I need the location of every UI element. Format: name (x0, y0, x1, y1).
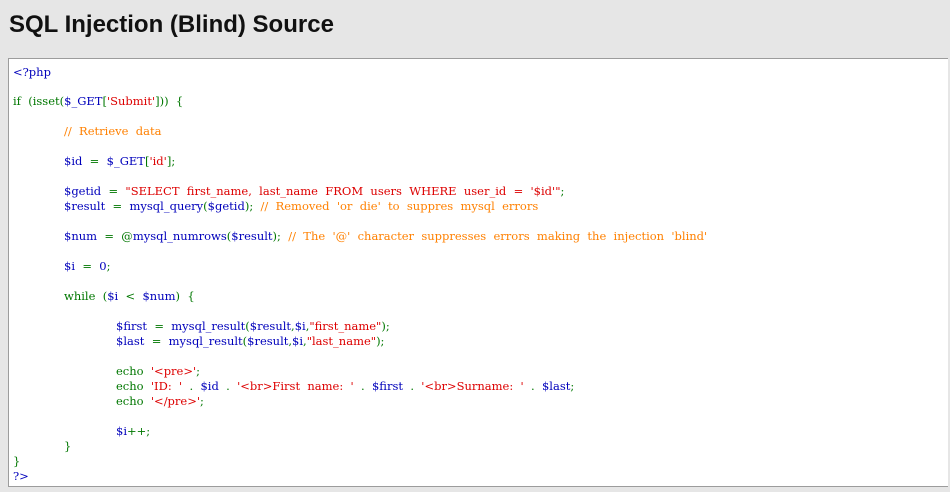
code-token: echo (116, 394, 151, 408)
code-line: $last = mysql_result($result,$i,"last_na… (116, 334, 384, 348)
code-token: '</pre>' (150, 394, 201, 408)
code-token: = (108, 184, 126, 198)
code-line: $i = 0; (64, 259, 110, 273)
code-token: // Removed 'or die' to suppres mysql err… (260, 199, 539, 213)
code-token: // The '@' character suppresses errors m… (288, 229, 708, 243)
code-line: ?> (13, 469, 29, 483)
code-token: $id (64, 154, 90, 168)
code-token: mysql_query (129, 199, 204, 213)
code-token: . (410, 379, 422, 393)
code-token: = (89, 154, 107, 168)
code-token: . (189, 379, 201, 393)
code-token: $i (294, 319, 306, 333)
code-line: <?php (13, 65, 51, 79)
code-token: ); (272, 229, 289, 243)
code-token: 'ID: ' (150, 379, 190, 393)
code-token: ]; (166, 154, 176, 168)
code-token: $_GET (106, 154, 145, 168)
code-token: ); (244, 199, 261, 213)
code-token: // Retrieve data (64, 124, 162, 138)
code-line: if (isset($_GET['Submit'])) { (13, 94, 183, 108)
code-token: '<pre>' (150, 364, 197, 378)
code-token: "first_name" (309, 319, 382, 333)
code-token: $result (247, 334, 289, 348)
page: SQL Injection (Blind) Source <?php if (is… (0, 0, 950, 492)
code-line: while ($i < $num) { (64, 289, 195, 303)
code-token: "SELECT first_name, last_name FROM users… (125, 184, 561, 198)
code-token: mysql_numrows (132, 229, 227, 243)
code-token: ])) { (155, 94, 184, 108)
code-line: echo 'ID: ' . $id . '<br>First name: ' .… (116, 379, 574, 393)
code-token: "last_name" (306, 334, 377, 348)
code-token: $_GET (64, 94, 103, 108)
code-token: $first (371, 379, 411, 393)
code-token: $i (116, 424, 127, 438)
code-token: = @ (104, 229, 133, 243)
code-token: '<br>Surname: ' (421, 379, 531, 393)
code-line: $getid = "SELECT first_name, last_name F… (64, 184, 564, 198)
code-token: 'id' (149, 154, 167, 168)
code-token: $result (249, 319, 292, 333)
code-token: $result (231, 229, 273, 243)
code-line: echo '<pre>'; (116, 364, 200, 378)
code-token: $num (64, 229, 105, 243)
code-token: $i (107, 289, 126, 303)
code-token: if (isset( (13, 94, 65, 108)
code-token: . (361, 379, 372, 393)
code-token: ; (200, 394, 204, 408)
code-token: $getid (64, 184, 109, 198)
code-line: } (13, 454, 20, 468)
code-token: ; (106, 259, 111, 273)
code-token: $last (116, 334, 152, 348)
code-line: $i++; (116, 424, 150, 438)
code-token: = (112, 199, 130, 213)
code-line: $result = mysql_query($getid); // Remove… (64, 199, 538, 213)
code-token: } (13, 454, 21, 468)
code-line: $first = mysql_result($result,$i,"first_… (116, 319, 390, 333)
code-token: $getid (207, 199, 245, 213)
code-token: $last (541, 379, 571, 393)
code-line: } (64, 439, 71, 453)
code-token: ; (196, 364, 201, 378)
code-line: $num = @mysql_numrows($result); // The '… (64, 229, 707, 243)
code-token: mysql_result (171, 319, 246, 333)
code-token: $i (64, 259, 83, 273)
page-title: SQL Injection (Blind) Source (9, 11, 334, 38)
code-token: $id (200, 379, 227, 393)
code-line: echo '</pre>'; (116, 394, 204, 408)
code-token: = (151, 334, 169, 348)
code-token: '<br>First name: ' (237, 379, 362, 393)
code-token: 'Submit' (106, 94, 156, 108)
code-token: echo (116, 379, 151, 393)
code-token: ) { (175, 289, 195, 303)
code-token: $num (142, 289, 176, 303)
code-token: < (125, 289, 143, 303)
code-token: ; (570, 379, 575, 393)
code-token: = (154, 319, 172, 333)
code-token: while ( (64, 289, 108, 303)
code-token: $i (292, 334, 304, 348)
code-token: echo (116, 364, 151, 378)
code-token: ); (381, 319, 390, 333)
code-token: } (64, 439, 72, 453)
code-token: ); (376, 334, 385, 348)
source-code-block: <?php if (isset($_GET['Submit'])) { // Ret… (8, 58, 948, 487)
code-token: 0 (99, 259, 107, 273)
code-token: mysql_result (168, 334, 243, 348)
code-line: // Retrieve data (64, 124, 161, 138)
code-line: $id = $_GET['id']; (64, 154, 175, 168)
code-token: $first (116, 319, 155, 333)
code-token: ; (560, 184, 565, 198)
code-token: . (531, 379, 542, 393)
code-token: $result (64, 199, 113, 213)
code-token: ++; (127, 424, 151, 438)
code-token: <?php (13, 65, 51, 79)
code-token: = (82, 259, 100, 273)
code-token: . (226, 379, 238, 393)
code-token: ?> (13, 469, 29, 483)
